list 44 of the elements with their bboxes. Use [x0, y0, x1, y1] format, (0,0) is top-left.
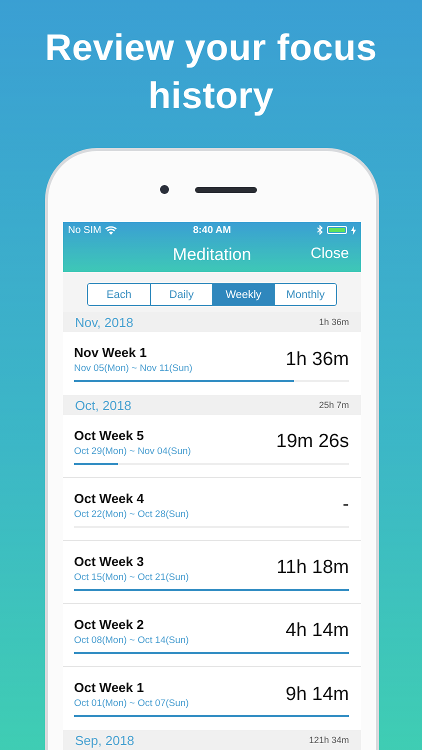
week-row[interactable]: Oct Week 5 Oct 29(Mon) ~ Nov 04(Sun) 19m 26s: [63, 415, 361, 478]
month-label: Sep, 2018: [75, 732, 134, 748]
period-tab[interactable]: Weekly: [212, 284, 274, 305]
clock-time: 8:40 AM: [193, 224, 231, 236]
week-name: Oct Week 3: [74, 554, 145, 568]
week-name: Oct Week 1: [74, 680, 145, 695]
week-row[interactable]: Nov Week 1 Nov 05(Mon) ~ Nov 11(Sun) 1h 36m: [63, 332, 361, 395]
week-duration: -: [342, 494, 349, 516]
month-label: Nov, 2018: [75, 314, 134, 330]
wifi-icon: [105, 226, 118, 234]
week-range: Nov 05(Mon) ~ Nov 11(Sun): [74, 363, 192, 374]
period-tab[interactable]: Daily: [150, 284, 212, 305]
week-row[interactable]: Oct Week 4 Oct 22(Mon) ~ Oct 28(Sun) -: [63, 478, 361, 541]
week-range: Oct 22(Mon) ~ Oct 28(Sun): [74, 508, 189, 520]
battery-icon: [326, 226, 347, 234]
week-duration: 9h 14m: [286, 684, 349, 706]
week-duration: 1h 36m: [286, 348, 349, 370]
week-range: Oct 29(Mon) ~ Nov 04(Sun): [74, 446, 191, 456]
period-tab[interactable]: Monthly: [274, 284, 336, 305]
month-total: 25h 7m: [318, 400, 349, 410]
speaker-icon: [194, 186, 256, 192]
week-row[interactable]: Oct Week 2 Oct 08(Mon) ~ Oct 14(Sun) 4h 14m: [63, 604, 361, 667]
week-name: Oct Week 2: [74, 616, 145, 632]
week-row[interactable]: Oct Week 1 Oct 01(Mon) ~ Oct 07(Sun) 9h 14m: [63, 667, 361, 730]
period-tab[interactable]: Each: [88, 284, 150, 305]
week-range: Oct 08(Mon) ~ Oct 14(Sun): [74, 634, 189, 646]
camera-icon: [160, 185, 168, 194]
week-name: Nov Week 1: [74, 345, 148, 360]
headline: Review your focus history: [44, 26, 378, 118]
week-name: Oct Week 5: [74, 428, 145, 442]
screen-title: Meditation: [172, 245, 252, 265]
charging-icon: [350, 226, 356, 234]
week-range: Oct 01(Mon) ~ Oct 07(Sun): [74, 698, 189, 709]
month-total: 121h 34m: [308, 735, 349, 745]
month-total: 1h 36m: [318, 317, 349, 327]
carrier-label: No SIM: [68, 224, 102, 236]
week-duration: 11h 18m: [276, 557, 349, 579]
bluetooth-icon: [316, 225, 323, 235]
month-label: Oct, 2018: [75, 398, 132, 412]
week-row[interactable]: Oct Week 3 Oct 15(Mon) ~ Oct 21(Sun) 11h 18m: [63, 541, 361, 604]
week-range: Oct 15(Mon) ~ Oct 21(Sun): [74, 572, 189, 582]
week-duration: 4h 14m: [286, 620, 349, 642]
week-name: Oct Week 4: [74, 490, 145, 506]
week-duration: 19m 26s: [276, 431, 349, 453]
